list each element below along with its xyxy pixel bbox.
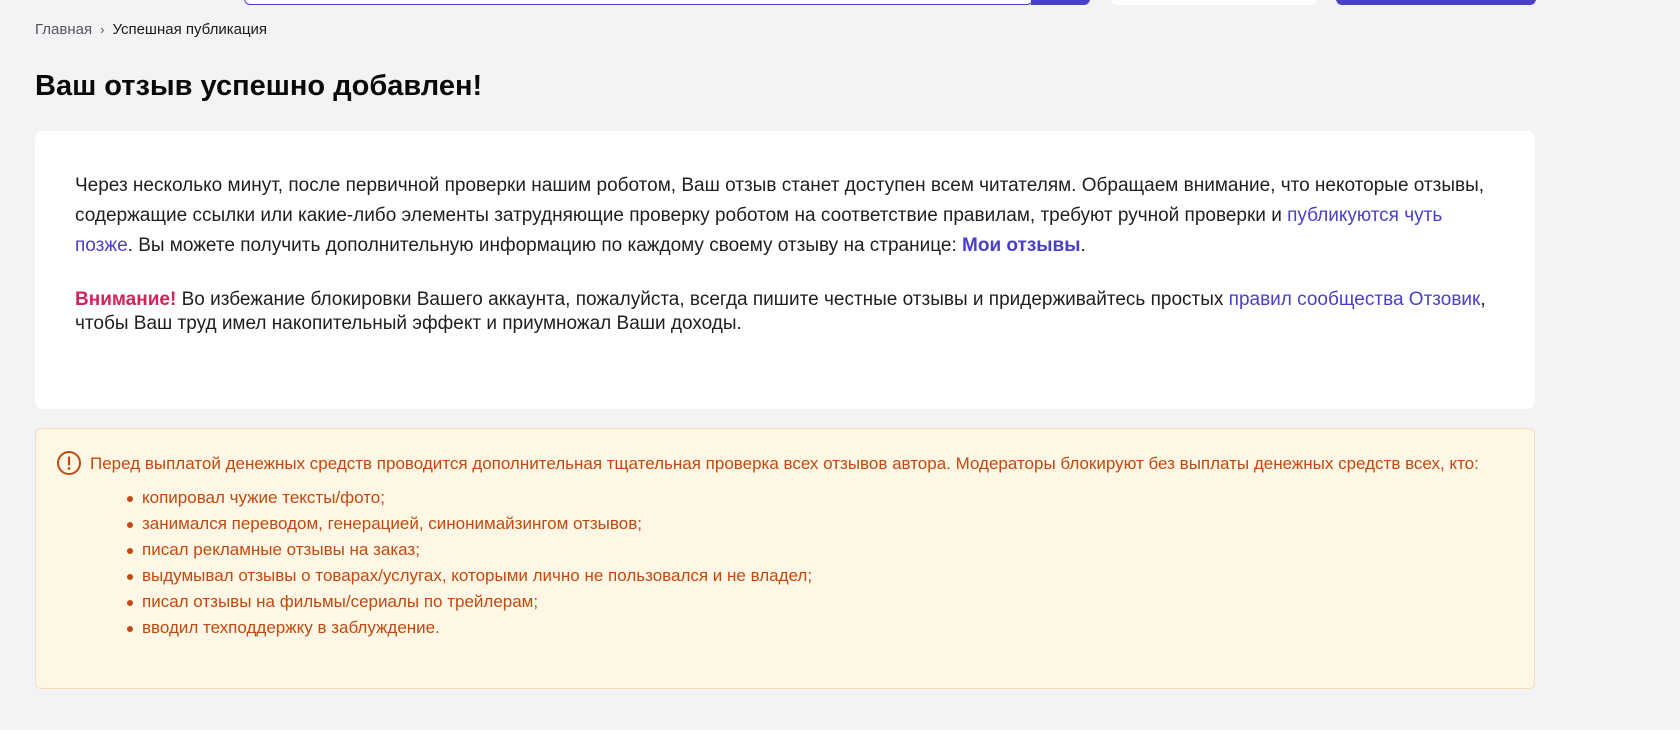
warning-header: Перед выплатой денежных средств проводит… — [56, 451, 1514, 476]
list-item: писал рекламные отзывы на заказ; — [127, 537, 1514, 563]
violation-list: копировал чужие тексты/фото; занимался п… — [127, 485, 1514, 641]
attention-paragraph: Внимание! Во избежание блокировки Вашего… — [75, 288, 1495, 336]
attention-label: Внимание! — [75, 289, 177, 310]
notice-text: Через несколько минут, после первичной п… — [75, 175, 1485, 226]
attention-text: Во избежание блокировки Вашего аккаунта,… — [176, 289, 1229, 310]
search-button[interactable] — [1031, 0, 1090, 5]
page-title: Ваш отзыв успешно добавлен! — [35, 70, 483, 102]
breadcrumb-home-link[interactable]: Главная — [35, 20, 92, 40]
success-notice-card: Через несколько минут, после первичной п… — [35, 131, 1535, 409]
list-item: выдумывал отзывы о товарах/услугах, кото… — [127, 563, 1514, 589]
breadcrumb-current: Успешная публикация — [112, 21, 268, 38]
page: Главная › Успешная публикация Ваш отзыв … — [0, 0, 1680, 730]
breadcrumb: Главная › Успешная публикация — [35, 20, 267, 40]
list-item: вводил техподдержку в заблуждение. — [127, 615, 1514, 641]
category-select[interactable] — [1111, 0, 1317, 5]
write-review-button[interactable] — [1336, 0, 1536, 5]
list-item: писал отзывы на фильмы/сериалы по трейле… — [127, 589, 1514, 615]
search-input[interactable] — [244, 0, 1033, 5]
my-reviews-link[interactable]: Мои отзывы — [962, 235, 1080, 256]
breadcrumb-separator: › — [100, 22, 105, 37]
notice-paragraph: Через несколько минут, после первичной п… — [75, 171, 1495, 261]
list-item: занимался переводом, генерацией, синоним… — [127, 511, 1514, 537]
warning-text: Перед выплатой денежных средств проводит… — [90, 454, 1479, 473]
notice-text: . — [1080, 235, 1086, 256]
notice-text: . Вы можете получить дополнительную инфо… — [127, 235, 963, 256]
exclamation-circle-icon — [57, 451, 81, 475]
community-rules-link[interactable]: правил сообщества Отзовик — [1229, 289, 1481, 310]
list-item: копировал чужие тексты/фото; — [127, 485, 1514, 511]
payout-warning-box: Перед выплатой денежных средств проводит… — [35, 428, 1535, 689]
